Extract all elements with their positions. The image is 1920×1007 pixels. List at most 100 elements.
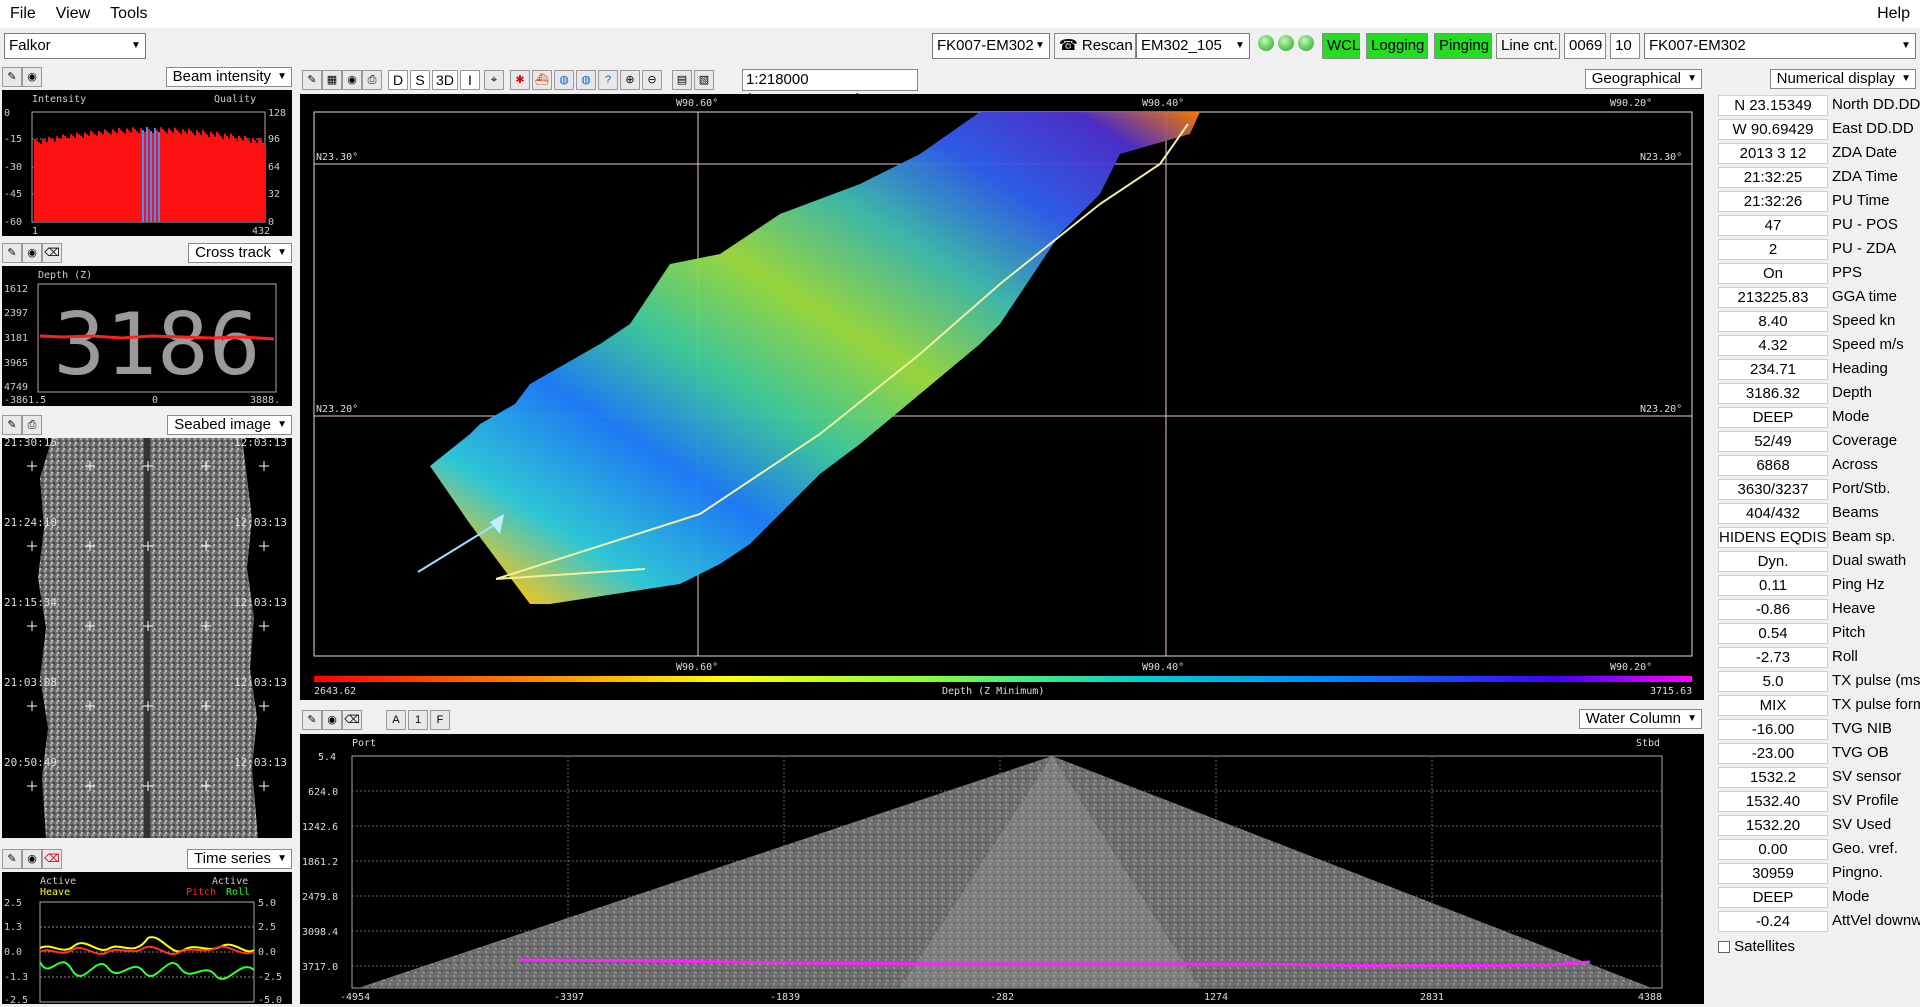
numerical-label: Coverage (1832, 432, 1898, 449)
scale-icon[interactable]: 1 (408, 710, 428, 730)
auto-icon[interactable]: A (386, 710, 406, 730)
map-lon-label: W90.20° (1610, 662, 1652, 673)
logging-button[interactable]: Logging (1366, 33, 1428, 59)
numerical-label: Heading (1832, 360, 1888, 377)
numerical-value: -16.00 (1718, 719, 1828, 740)
beam-bar (178, 131, 180, 222)
colormap-icon[interactable]: ▧ (694, 70, 714, 90)
beam-bar (214, 136, 216, 222)
time-panel-selector[interactable]: Time series (187, 849, 292, 869)
palette-icon[interactable]: ◉ (322, 710, 342, 730)
pin-icon[interactable]: ✎ (2, 415, 22, 435)
fit-icon[interactable]: F (430, 710, 450, 730)
zoom-in-icon[interactable]: ⊕ (620, 70, 640, 90)
wcl-button[interactable]: WCL (1322, 33, 1360, 59)
beam-bar (88, 135, 90, 222)
satellites-checkbox[interactable] (1718, 941, 1730, 954)
measure-icon[interactable]: ⌖ (484, 70, 504, 90)
sensor-select[interactable]: EM302_105 ▼ (1136, 33, 1250, 59)
numerical-label: Speed m/s (1832, 336, 1904, 353)
3d-view-button[interactable]: 3D (432, 70, 458, 90)
time-right-title: Active (212, 876, 248, 887)
time-panel-header: ✎ ◉ ⌫ Time series (0, 848, 294, 870)
beam-y-left: -45 (4, 189, 22, 200)
survey-select[interactable]: FK007-EM302 ▼ (1644, 33, 1916, 59)
menu-tools[interactable]: Tools (100, 5, 157, 23)
layers-icon[interactable]: ▦ (322, 70, 342, 90)
globe-alt-icon[interactable]: ◍ (576, 70, 596, 90)
seabed-view-button[interactable]: S (410, 70, 430, 90)
time-y-left: 0.0 (4, 947, 22, 958)
map-panel-selector[interactable]: Geographical (1584, 69, 1702, 89)
map-lat-label: N23.30° (316, 152, 358, 163)
numerical-label: PU - POS (1832, 216, 1898, 233)
pin-icon[interactable]: ✎ (2, 243, 22, 263)
map-lat-label: N23.30° (1640, 152, 1682, 163)
pin-icon[interactable]: ✎ (302, 70, 322, 90)
palette-icon[interactable]: ◉ (342, 70, 362, 90)
geographic-map[interactable]: W90.60° W90.40° W90.20° W90.60° W90.40° … (300, 94, 1704, 700)
seabed-panel-selector[interactable]: Seabed image (167, 415, 292, 435)
beam-bar (180, 134, 182, 222)
depth-view-button[interactable]: D (388, 70, 408, 90)
numerical-row: -2.73 Roll (1718, 646, 1918, 668)
menu-view[interactable]: View (46, 5, 100, 23)
pin-icon[interactable]: ✎ (2, 67, 22, 87)
water-y-label: 624.0 (308, 787, 338, 798)
beam-bar (118, 128, 120, 222)
crosshair-icon[interactable]: ✱ (510, 70, 530, 90)
beam-bar (78, 134, 80, 222)
water-panel-selector[interactable]: Water Column (1578, 709, 1702, 729)
beam-bar (54, 141, 56, 222)
beam-bar (192, 133, 194, 222)
numerical-row: 47 PU - POS (1718, 214, 1918, 236)
time-y-left: -2.5 (4, 995, 28, 1004)
satellites-toggle[interactable]: Satellites (1718, 938, 1795, 955)
water-x-label: 4388 (1638, 992, 1662, 1003)
palette-icon[interactable]: ◉ (22, 67, 42, 87)
pin-icon[interactable]: ✎ (302, 710, 322, 730)
palette-icon[interactable]: ◉ (22, 849, 42, 869)
erase-icon[interactable]: ⌫ (42, 849, 62, 869)
numerical-value: 1532.20 (1718, 815, 1828, 836)
numerical-row: 1532.40 SV Profile (1718, 790, 1918, 812)
help-icon[interactable]: ? (598, 70, 618, 90)
pinging-button[interactable]: Pinging (1434, 33, 1492, 59)
beam-bar (134, 129, 136, 222)
beam-bar (250, 142, 252, 222)
pin-icon[interactable]: ✎ (2, 849, 22, 869)
numerical-label: Port/Stb. (1832, 480, 1891, 497)
printer-icon[interactable]: ⎙ (22, 415, 42, 435)
grid-icon[interactable]: ▤ (672, 70, 692, 90)
beam-bar (90, 130, 92, 222)
menu-help[interactable]: Help (1867, 5, 1920, 23)
rescan-button[interactable]: ☎ Rescan (1054, 33, 1136, 59)
beam-bar (132, 127, 134, 222)
numerical-row: 404/432 Beams (1718, 502, 1918, 524)
numerical-row: DEEP Mode (1718, 886, 1918, 908)
water-x-label: 2831 (1420, 992, 1444, 1003)
menu-file[interactable]: File (0, 5, 46, 23)
zoom-out-icon[interactable]: ⊖ (642, 70, 662, 90)
ship-icon[interactable]: ⛴ (532, 70, 552, 90)
beam-panel-selector[interactable]: Beam intensity (165, 67, 292, 87)
printer-icon[interactable]: ⎙ (362, 70, 382, 90)
beam-bar (220, 136, 222, 222)
cross-panel-selector[interactable]: Cross track (188, 243, 292, 263)
palette-icon[interactable]: ◉ (22, 243, 42, 263)
numerical-panel-selector[interactable]: Numerical display (1769, 69, 1916, 89)
numerical-row: N 23.15349 North DD.DD (1718, 94, 1920, 116)
beam-bar (190, 130, 192, 222)
globe-icon[interactable]: ◍ (554, 70, 574, 90)
erase-icon[interactable]: ⌫ (42, 243, 62, 263)
erase-icon[interactable]: ⌫ (342, 710, 362, 730)
water-panel-header: ✎ ◉ ⌫ A 1 F Water Column (300, 706, 1704, 734)
system-select[interactable]: FK007-EM302 ▼ (932, 33, 1050, 59)
beam-bar (248, 140, 250, 222)
beam-bar (34, 139, 36, 222)
menu-bar: File View Tools Help (0, 0, 1920, 28)
vessel-select[interactable]: Falkor ▼ (4, 33, 146, 59)
info-view-button[interactable]: I (460, 70, 480, 90)
beam-y-left: -60 (4, 217, 22, 228)
water-y-label: 2479.8 (302, 892, 338, 903)
